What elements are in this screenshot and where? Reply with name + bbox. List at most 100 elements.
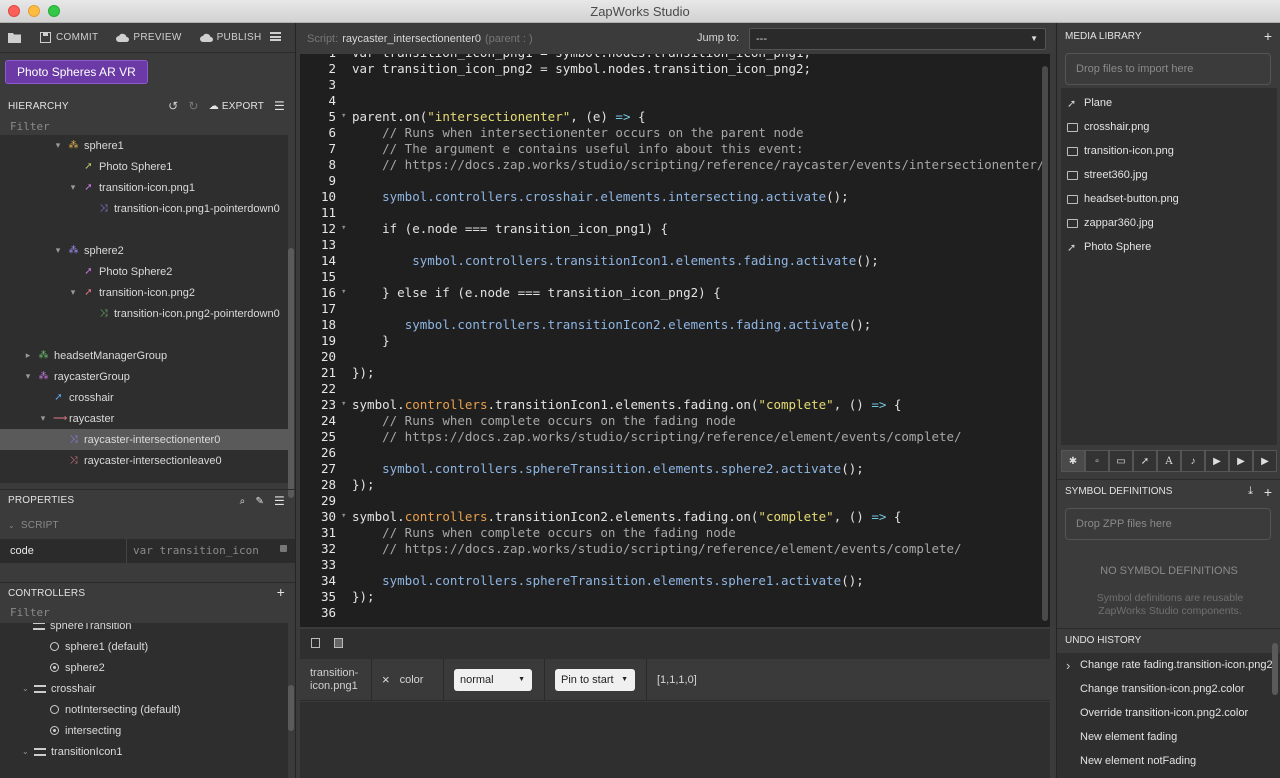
code-line[interactable]: // https://docs.zap.works/studio/scripti… bbox=[352, 541, 961, 556]
code-line[interactable]: }); bbox=[352, 477, 375, 492]
export-button[interactable]: ☁ EXPORT bbox=[209, 101, 264, 112]
radio-icon[interactable] bbox=[50, 726, 59, 735]
media-item[interactable]: ➚ Plane bbox=[1067, 91, 1112, 115]
code-line[interactable]: // Runs when complete occurs on the fadi… bbox=[352, 413, 736, 428]
code-line[interactable]: } bbox=[352, 333, 390, 348]
hierarchy-filter-input[interactable]: Filter bbox=[0, 117, 295, 137]
code-line[interactable]: parent.on("intersectionenter", (e) => { bbox=[352, 109, 646, 124]
media-drop-zone[interactable]: Drop files to import here bbox=[1065, 53, 1271, 85]
undo-icon[interactable]: ↺ bbox=[168, 99, 178, 113]
video360-filter-icon[interactable]: ▶ bbox=[1229, 450, 1253, 472]
image-filter-icon[interactable]: ▭ bbox=[1109, 450, 1133, 472]
twisty-icon[interactable]: ▾ bbox=[68, 287, 78, 298]
controller-state[interactable]: notIntersecting (default) bbox=[0, 699, 288, 720]
redo-icon[interactable]: ↻ bbox=[188, 99, 198, 113]
font-filter-icon[interactable]: A bbox=[1157, 450, 1181, 472]
hamburger-menu-icon[interactable]: ☰ bbox=[274, 494, 285, 508]
timeline-target[interactable]: transition-icon.png1 bbox=[300, 658, 372, 701]
tree-node[interactable]: ▾ ➚ transition-icon.png2 bbox=[0, 282, 288, 303]
code-line[interactable]: symbol.controllers.sphereTransition.elem… bbox=[352, 461, 864, 476]
chevron-down-icon[interactable]: ⌄ bbox=[22, 684, 34, 693]
timeline-track-area[interactable] bbox=[300, 702, 1050, 778]
code-line[interactable]: var transition_icon_png2 = symbol.nodes.… bbox=[352, 61, 811, 76]
fold-toggle-icon[interactable]: ▾ bbox=[341, 223, 346, 233]
tree-node[interactable]: ▾ ⟶ raycaster bbox=[0, 408, 288, 429]
pin-select[interactable]: Pin to start ▼ bbox=[555, 668, 635, 691]
controller-group[interactable]: ⌄ transitionIcon1 bbox=[0, 741, 288, 762]
tree-node[interactable]: ⤨ transition-icon.png2-pointerdown0 bbox=[0, 303, 288, 324]
radio-icon[interactable] bbox=[50, 642, 59, 651]
code-line[interactable]: symbol.controllers.transitionIcon2.eleme… bbox=[352, 509, 901, 524]
edit-icon[interactable]: ✎ bbox=[255, 496, 264, 507]
audio-filter-icon[interactable]: ♪ bbox=[1181, 450, 1205, 472]
folder-button[interactable] bbox=[8, 32, 21, 43]
radio-icon[interactable] bbox=[50, 705, 59, 714]
undo-item[interactable]: › Change rate fading.transition-icon.png2 bbox=[1057, 653, 1273, 677]
twisty-icon[interactable]: ▾ bbox=[68, 182, 78, 193]
fold-toggle-icon[interactable]: ▾ bbox=[341, 287, 346, 297]
close-icon[interactable]: × bbox=[382, 672, 390, 687]
code-line[interactable]: symbol.controllers.crosshair.elements.in… bbox=[352, 189, 849, 204]
code-line[interactable]: } else if (e.node === transition_icon_pn… bbox=[352, 285, 721, 300]
search-icon[interactable]: ⌕ bbox=[240, 496, 246, 507]
code-value[interactable]: var transition_icon bbox=[126, 539, 276, 563]
radio-icon[interactable] bbox=[50, 663, 59, 672]
code-line[interactable]: symbol.controllers.transitionIcon1.eleme… bbox=[352, 397, 901, 412]
code-line[interactable]: // https://docs.zap.works/studio/scripti… bbox=[352, 157, 1044, 172]
add-controller-button[interactable]: + bbox=[277, 585, 285, 599]
tree-node[interactable]: ⤨ transition-icon.png1-pointerdown0 bbox=[0, 198, 288, 219]
undo-item[interactable]: New element notFading bbox=[1057, 749, 1273, 773]
all-filter-icon[interactable]: ✱ bbox=[1061, 450, 1085, 472]
fold-toggle-icon[interactable]: ▾ bbox=[341, 399, 346, 409]
media-item[interactable]: transition-icon.png bbox=[1067, 139, 1174, 163]
publish-button[interactable]: PUBLISH bbox=[199, 32, 262, 43]
tree-node[interactable]: ⤨ raycaster-intersectionenter0 bbox=[0, 429, 288, 450]
undo-item[interactable]: New element fading bbox=[1057, 725, 1273, 749]
symbol-filter-icon[interactable]: ➚ bbox=[1133, 450, 1157, 472]
code-line[interactable]: symbol.controllers.sphereTransition.elem… bbox=[352, 573, 864, 588]
code-line[interactable]: if (e.node === transition_icon_png1) { bbox=[352, 221, 668, 236]
controller-state[interactable]: intersecting bbox=[0, 720, 288, 741]
controller-state[interactable]: sphere1 (default) bbox=[0, 636, 288, 657]
tree-node[interactable]: ▸ ⁂ headsetManagerGroup bbox=[0, 345, 288, 366]
tree-node[interactable]: ▾ ⁂ raycasterGroup bbox=[0, 366, 288, 387]
fold-toggle-icon[interactable]: ▾ bbox=[341, 511, 346, 521]
hierarchy-scrollbar[interactable] bbox=[288, 248, 294, 498]
controller-group[interactable]: sphereTransition bbox=[0, 623, 288, 636]
download-icon[interactable]: ⤓ bbox=[1248, 485, 1253, 498]
commit-button[interactable]: COMMIT bbox=[39, 32, 98, 43]
media-item[interactable]: ➚ Photo Sphere bbox=[1067, 235, 1151, 259]
code-line[interactable]: // The argument e contains useful info a… bbox=[352, 141, 803, 156]
timeline-property[interactable]: × color bbox=[372, 658, 444, 701]
stream-filter-icon[interactable]: ▶ bbox=[1253, 450, 1277, 472]
paste-icon[interactable] bbox=[334, 638, 343, 648]
preview-button[interactable]: PREVIEW bbox=[116, 32, 181, 43]
code-line[interactable]: var transition_icon_png1 = symbol.nodes.… bbox=[352, 54, 811, 60]
tree-node[interactable]: ➚ crosshair bbox=[0, 387, 288, 408]
file-filter-icon[interactable]: ▫ bbox=[1085, 450, 1109, 472]
jump-to-select[interactable]: --- ▼ bbox=[749, 28, 1046, 50]
project-name-button[interactable]: Photo Spheres AR VR bbox=[5, 60, 148, 84]
media-item[interactable]: headset-button.png bbox=[1067, 187, 1179, 211]
timeline-value[interactable]: [1,1,1,0] bbox=[657, 674, 697, 686]
media-item[interactable]: zappar360.jpg bbox=[1067, 211, 1154, 235]
twisty-icon[interactable]: ▾ bbox=[38, 413, 48, 424]
fold-toggle-icon[interactable]: ▾ bbox=[341, 111, 346, 121]
ease-select[interactable]: normal ▼ bbox=[454, 668, 532, 691]
add-symbol-button[interactable]: + bbox=[1264, 484, 1272, 500]
chevron-down-icon[interactable]: ⌄ bbox=[22, 747, 34, 756]
code-line[interactable]: }); bbox=[352, 589, 375, 604]
controllers-scrollbar[interactable] bbox=[288, 685, 294, 731]
tree-node[interactable]: ➚ Photo Sphere2 bbox=[0, 261, 288, 282]
hamburger-menu-icon[interactable] bbox=[270, 32, 281, 41]
twisty-icon[interactable]: ▸ bbox=[23, 350, 33, 361]
undo-scrollbar[interactable] bbox=[1272, 643, 1278, 695]
code-line[interactable]: }); bbox=[352, 365, 375, 380]
code-line[interactable]: symbol.controllers.transitionIcon1.eleme… bbox=[352, 253, 879, 268]
code-property-row[interactable]: code var transition_icon bbox=[0, 539, 295, 563]
controllers-filter-input[interactable]: Filter bbox=[0, 603, 295, 623]
controller-group[interactable]: ⌄ crosshair bbox=[0, 678, 288, 699]
hamburger-menu-icon[interactable]: ☰ bbox=[274, 99, 285, 113]
code-line[interactable]: // Runs when intersectionenter occurs on… bbox=[352, 125, 803, 140]
twisty-icon[interactable]: ▾ bbox=[53, 140, 63, 151]
